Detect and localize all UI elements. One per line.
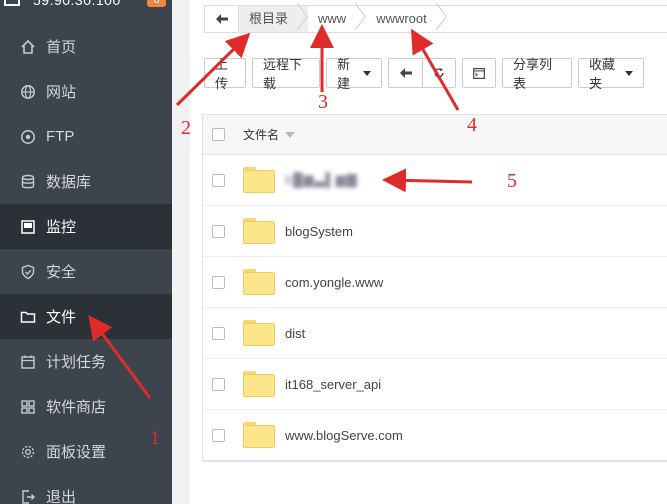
shield-icon [20, 264, 36, 280]
table-row[interactable]: it168_server_api [203, 359, 667, 410]
sidebar-item-logout[interactable]: 退出 [0, 474, 172, 504]
file-table: 文件名 b█▆▃▌▆▇ blogSystem com.yongle.www di… [202, 114, 667, 462]
column-filename[interactable]: 文件名 [243, 126, 279, 143]
sidebar-item-ftp[interactable]: FTP [0, 114, 172, 159]
table-row[interactable]: com.yongle.www [203, 257, 667, 308]
share-list-button[interactable]: 分享列表 [502, 57, 572, 91]
annotation-number-1: 1 [150, 427, 160, 449]
sidebar-item-label: 文件 [46, 309, 77, 326]
breadcrumb-root[interactable]: 根目录 [239, 6, 309, 32]
breadcrumb-www[interactable]: www [308, 6, 366, 32]
logout-icon [20, 489, 36, 504]
favorites-button[interactable]: 收藏夹 [578, 57, 644, 91]
row-checkbox[interactable] [212, 326, 225, 340]
file-name[interactable]: it168_server_api [285, 377, 381, 392]
new-button[interactable]: 新建 [326, 57, 382, 91]
folder-icon [243, 218, 275, 244]
terminal-icon [473, 67, 485, 79]
grid-icon [20, 399, 36, 415]
remote-download-button[interactable]: 远程下载 [252, 57, 320, 91]
sidebar-item-label: FTP [46, 128, 75, 145]
folder-icon [243, 269, 275, 295]
chevron-down-icon [625, 70, 633, 76]
sidebar-item-label: 监控 [46, 219, 77, 236]
table-row[interactable]: dist [203, 308, 667, 359]
refresh-button[interactable] [422, 58, 456, 88]
sidebar-item-settings[interactable]: 面板设置 [0, 429, 172, 474]
sidebar-item-label: 退出 [46, 489, 77, 504]
table-row[interactable]: www.blogServe.com [203, 410, 667, 461]
breadcrumb-back-button[interactable] [205, 6, 239, 32]
folder-icon [243, 422, 275, 448]
sidebar-item-security[interactable]: 安全 [0, 249, 172, 294]
sidebar-item-database[interactable]: 数据库 [0, 159, 172, 204]
sort-icon[interactable] [285, 131, 296, 138]
file-name[interactable]: b█▆▃▌▆▇ [285, 172, 358, 188]
upload-button[interactable]: 上传 [204, 57, 246, 91]
file-manager: 根目录 www wwwroot 上传 远程下载 新建 分享列表 收藏夹 文件名 [190, 0, 667, 504]
gear-icon [20, 444, 36, 460]
table-row[interactable]: blogSystem [203, 206, 667, 257]
row-checkbox[interactable] [212, 275, 225, 289]
favorites-button-label: 收藏夹 [589, 57, 616, 91]
database-icon [20, 174, 36, 190]
breadcrumb: 根目录 www wwwroot [204, 5, 667, 33]
annotation-number-3: 3 [318, 91, 328, 113]
terminal-button[interactable] [462, 58, 496, 88]
sidebar-item-label: 数据库 [46, 174, 92, 191]
file-name[interactable]: blogSystem [285, 224, 353, 239]
folder-icon [243, 320, 275, 346]
globe-icon [20, 84, 36, 100]
annotation-number-5: 5 [507, 170, 517, 192]
sidebar-item-label: 首页 [46, 39, 77, 56]
sidebar-item-label: 面板设置 [46, 444, 107, 461]
row-checkbox[interactable] [212, 377, 225, 391]
calendar-icon [20, 354, 36, 370]
sidebar-item-monitor[interactable]: 监控 [0, 204, 172, 249]
refresh-icon [434, 67, 444, 78]
file-toolbar: 上传 远程下载 新建 分享列表 收藏夹 [204, 57, 650, 91]
folder-icon [20, 309, 36, 325]
notification-badge[interactable]: 0 [147, 0, 166, 7]
new-button-label: 新建 [337, 57, 351, 91]
chevron-down-icon [363, 70, 371, 76]
breadcrumb-wwwroot[interactable]: wwwroot [366, 6, 447, 32]
sidebar: 59.90.30.100 0 首页 网站 FTP 数据库 监控 安全 文件 计划… [0, 0, 172, 504]
table-row[interactable]: b█▆▃▌▆▇ [203, 155, 667, 206]
folder-icon [243, 167, 275, 193]
back-button[interactable] [388, 58, 422, 88]
arrow-left-icon [215, 14, 228, 24]
sidebar-item-label: 软件商店 [46, 399, 107, 416]
sidebar-item-appstore[interactable]: 软件商店 [0, 384, 172, 429]
select-all-checkbox[interactable] [212, 128, 225, 141]
row-checkbox[interactable] [212, 224, 225, 238]
sidebar-header: 59.90.30.100 0 [0, 0, 172, 10]
file-name[interactable]: dist [285, 326, 305, 341]
arrow-left-icon [399, 68, 412, 78]
file-name[interactable]: com.yongle.www [285, 275, 383, 290]
sidebar-item-website[interactable]: 网站 [0, 69, 172, 114]
folder-icon [243, 371, 275, 397]
sidebar-item-label: 计划任务 [46, 354, 107, 371]
file-name[interactable]: www.blogServe.com [285, 428, 403, 443]
sidebar-item-files[interactable]: 文件 [0, 294, 172, 339]
annotation-number-4: 4 [467, 114, 477, 136]
home-icon [20, 39, 36, 55]
annotation-number-2: 2 [181, 117, 191, 139]
sidebar-item-label: 网站 [46, 84, 77, 101]
server-icon [4, 0, 20, 6]
row-checkbox[interactable] [212, 428, 225, 442]
ftp-icon [20, 129, 36, 145]
sidebar-item-label: 安全 [46, 264, 77, 281]
sidebar-item-home[interactable]: 首页 [0, 24, 172, 69]
row-checkbox[interactable] [212, 173, 225, 187]
sidebar-item-cron[interactable]: 计划任务 [0, 339, 172, 384]
server-ip: 59.90.30.100 [33, 0, 121, 8]
table-header: 文件名 [203, 115, 667, 155]
monitor-icon [20, 219, 36, 235]
